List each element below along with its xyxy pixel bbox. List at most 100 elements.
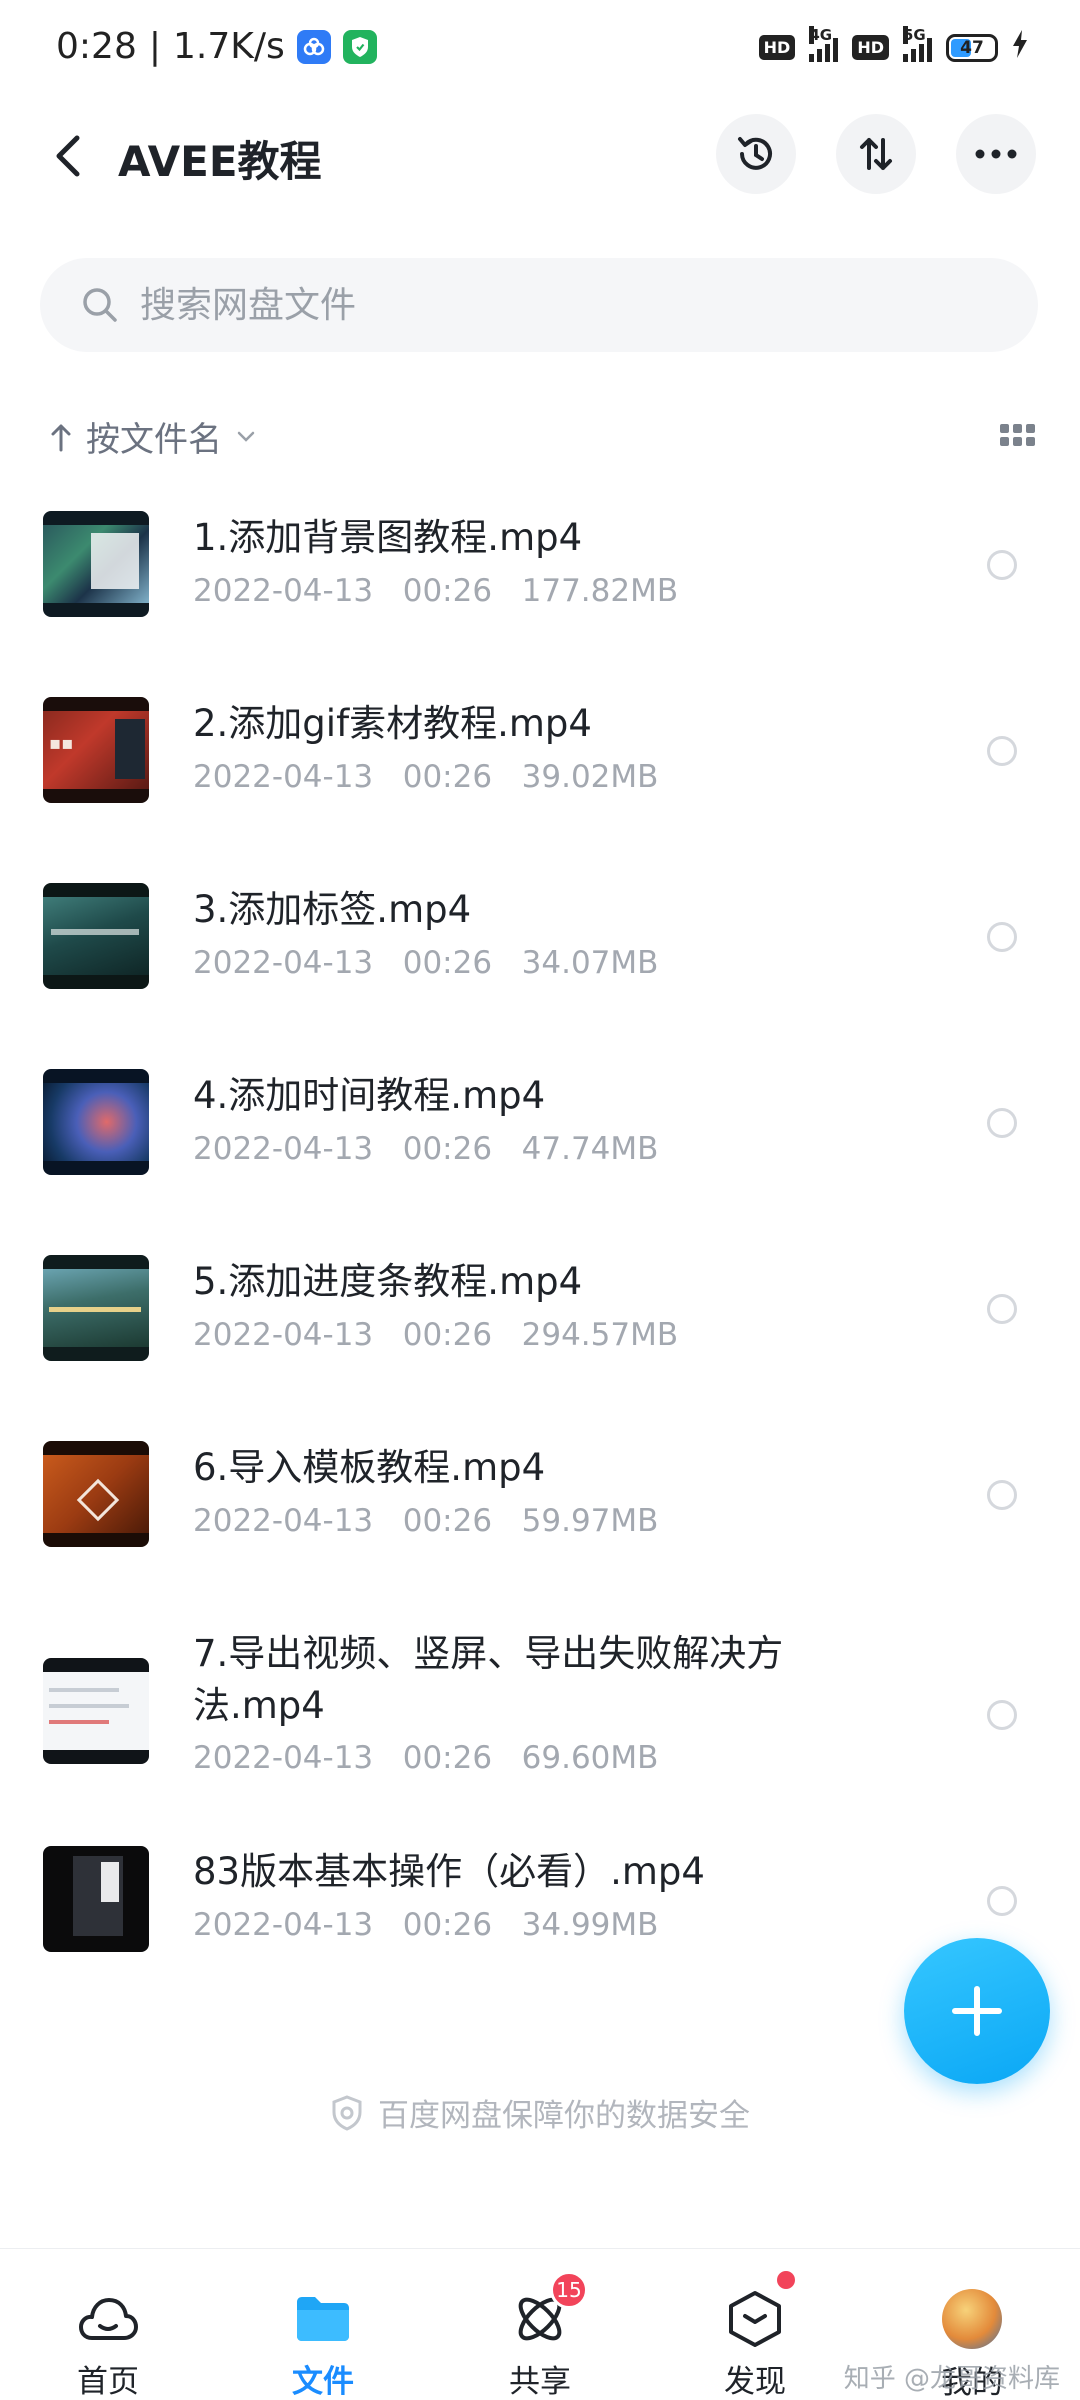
file-size: 177.82MB bbox=[521, 573, 679, 609]
file-size: 294.57MB bbox=[521, 1317, 679, 1353]
file-date: 2022-04-13 bbox=[193, 945, 374, 981]
security-note-text: 百度网盘保障你的数据安全 bbox=[378, 2098, 750, 2134]
header: AVEE教程 bbox=[0, 110, 1080, 200]
nav-files-label: 文件 bbox=[292, 2364, 354, 2400]
file-date: 2022-04-13 bbox=[193, 573, 374, 609]
share-atom-icon: 15 bbox=[510, 2271, 588, 2348]
select-checkbox[interactable] bbox=[987, 1294, 1017, 1324]
file-time: 00:26 bbox=[402, 573, 493, 609]
notification-dot bbox=[777, 2271, 795, 2289]
file-time: 00:26 bbox=[402, 1131, 493, 1167]
cube-icon bbox=[725, 2271, 795, 2348]
search-input[interactable] bbox=[140, 284, 940, 326]
chevron-left-icon bbox=[56, 135, 80, 177]
history-icon bbox=[738, 137, 772, 170]
arrow-up-icon bbox=[51, 424, 71, 451]
hd-indicator-2: HD bbox=[852, 35, 889, 60]
more-dots-icon bbox=[975, 149, 1017, 159]
video-thumbnail bbox=[43, 1846, 149, 1952]
add-button[interactable] bbox=[904, 1938, 1050, 2084]
select-checkbox[interactable] bbox=[987, 1886, 1017, 1916]
file-name: 3.添加标签.mp4 bbox=[193, 888, 472, 931]
file-date: 2022-04-13 bbox=[193, 1907, 374, 1943]
select-checkbox[interactable] bbox=[987, 736, 1017, 766]
nav-share[interactable]: 15 共享 bbox=[465, 2249, 615, 2400]
file-time: 00:26 bbox=[402, 945, 493, 981]
file-time: 00:26 bbox=[402, 1317, 493, 1353]
history-button[interactable] bbox=[716, 114, 796, 194]
file-row[interactable]: 5.添加进度条教程.mp4 2022-04-13 00:26 294.57MB bbox=[0, 1234, 1080, 1420]
select-checkbox[interactable] bbox=[987, 1108, 1017, 1138]
cloud-app-icon bbox=[296, 29, 331, 64]
battery-level: 47 bbox=[960, 37, 984, 58]
file-row[interactable]: 1.添加背景图教程.mp4 2022-04-13 00:26 177.82MB bbox=[0, 490, 1080, 676]
sort-bar: 按文件名 bbox=[40, 412, 1040, 468]
transfer-button[interactable] bbox=[836, 114, 916, 194]
video-thumbnail bbox=[43, 1069, 149, 1175]
battery-icon: 47 bbox=[946, 33, 998, 62]
select-checkbox[interactable] bbox=[987, 1700, 1017, 1730]
file-size: 34.99MB bbox=[521, 1907, 659, 1943]
file-row[interactable]: 6.导入模板教程.mp4 2022-04-13 00:26 59.97MB bbox=[0, 1420, 1080, 1606]
video-thumbnail bbox=[43, 1255, 149, 1361]
sort-button[interactable]: 按文件名 bbox=[50, 412, 256, 461]
file-name: 83版本基本操作（必看）.mp4 bbox=[193, 1850, 705, 1893]
more-button[interactable] bbox=[956, 114, 1036, 194]
file-size: 39.02MB bbox=[521, 759, 659, 795]
charging-icon bbox=[1012, 30, 1028, 65]
file-date: 2022-04-13 bbox=[193, 1317, 374, 1353]
status-time: 0:28 bbox=[56, 26, 137, 67]
nav-files[interactable]: 文件 bbox=[248, 2249, 398, 2400]
nav-discover[interactable]: 发现 bbox=[680, 2249, 830, 2400]
back-button[interactable] bbox=[40, 128, 96, 184]
video-thumbnail bbox=[43, 883, 149, 989]
file-name: 4.添加时间教程.mp4 bbox=[193, 1074, 546, 1117]
status-bar: 0:28 | 1.7K/s HD 4G HD 5G 47 bbox=[0, 0, 1080, 100]
video-thumbnail bbox=[43, 1441, 149, 1547]
search-bar[interactable] bbox=[40, 258, 1038, 352]
nav-home-label: 首页 bbox=[77, 2364, 139, 2400]
file-row[interactable]: 3.添加标签.mp4 2022-04-13 00:26 34.07MB bbox=[0, 862, 1080, 1048]
file-size: 59.97MB bbox=[521, 1503, 659, 1539]
file-time: 00:26 bbox=[402, 1740, 493, 1776]
cloud-home-icon bbox=[78, 2289, 138, 2348]
select-checkbox[interactable] bbox=[987, 922, 1017, 952]
file-date: 2022-04-13 bbox=[193, 1740, 374, 1776]
file-time: 00:26 bbox=[402, 759, 493, 795]
thumbnail-art: ▪▪ bbox=[49, 733, 74, 754]
grid-view-icon[interactable] bbox=[1000, 424, 1035, 452]
file-row[interactable]: 7.导出视频、竖屏、导出失败解决方法.mp4 2022-04-13 00:26 … bbox=[0, 1606, 1080, 1846]
chevron-down-icon bbox=[237, 431, 255, 442]
file-meta: 2022-04-13 00:26 69.60MB bbox=[193, 1740, 658, 1776]
shield-icon bbox=[332, 2094, 362, 2131]
nav-discover-label: 发现 bbox=[724, 2364, 786, 2400]
nav-home[interactable]: 首页 bbox=[33, 2249, 183, 2400]
file-row[interactable]: ▪▪ 2.添加gif素材教程.mp4 2022-04-13 00:26 39.0… bbox=[0, 676, 1080, 862]
status-divider: | bbox=[148, 26, 161, 67]
file-meta: 2022-04-13 00:26 294.57MB bbox=[193, 1317, 678, 1353]
file-row[interactable]: 4.添加时间教程.mp4 2022-04-13 00:26 47.74MB bbox=[0, 1048, 1080, 1234]
share-count-badge: 15 bbox=[550, 2271, 588, 2309]
select-checkbox[interactable] bbox=[987, 1480, 1017, 1510]
select-checkbox[interactable] bbox=[987, 550, 1017, 580]
file-meta: 2022-04-13 00:26 34.07MB bbox=[193, 945, 658, 981]
watermark: 知乎 @龙哥资料库 bbox=[843, 2364, 1060, 2394]
file-time: 00:26 bbox=[402, 1503, 493, 1539]
file-meta: 2022-04-13 00:26 34.99MB bbox=[193, 1907, 658, 1943]
file-meta: 2022-04-13 00:26 39.02MB bbox=[193, 759, 658, 795]
file-date: 2022-04-13 bbox=[193, 759, 374, 795]
file-meta: 2022-04-13 00:26 177.82MB bbox=[193, 573, 678, 609]
video-thumbnail: ▪▪ bbox=[43, 697, 149, 803]
file-size: 34.07MB bbox=[521, 945, 659, 981]
transfer-arrows-icon bbox=[860, 138, 892, 170]
file-name: 6.导入模板教程.mp4 bbox=[193, 1446, 546, 1489]
file-meta: 2022-04-13 00:26 59.97MB bbox=[193, 1503, 658, 1539]
search-icon bbox=[80, 285, 120, 325]
status-speed: 1.7K/s bbox=[172, 26, 285, 67]
video-thumbnail bbox=[43, 511, 149, 617]
file-name: 5.添加进度条教程.mp4 bbox=[193, 1260, 583, 1303]
file-name: 1.添加背景图教程.mp4 bbox=[193, 516, 583, 559]
sort-label: 按文件名 bbox=[86, 420, 222, 460]
file-size: 47.74MB bbox=[521, 1131, 659, 1167]
shield-app-icon bbox=[342, 29, 377, 64]
